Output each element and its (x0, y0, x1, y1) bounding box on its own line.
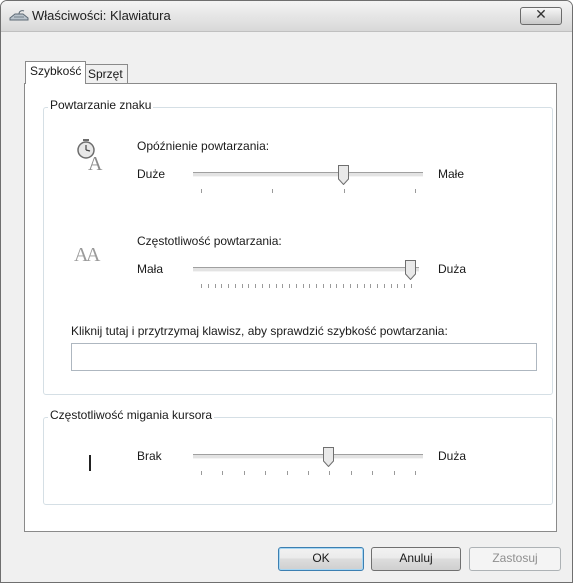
slider-tick (343, 284, 345, 288)
window-title: Właściwości: Klawiatura (32, 8, 171, 23)
repeat-delay-track (193, 172, 423, 177)
cancel-button[interactable]: Anuluj (371, 547, 461, 571)
tab-hardware[interactable]: Sprzęt (83, 64, 128, 84)
cursor-blink-thumb[interactable] (323, 447, 335, 467)
slider-tick (411, 284, 412, 288)
repeat-delay-ticks (193, 189, 423, 193)
slider-tick (350, 471, 352, 475)
keyboard-properties-window: Właściwości: Klawiatura ✕ Szybkość Sprzę… (0, 0, 573, 583)
slider-tick (363, 284, 365, 288)
repeat-rate-max-label: Duża (438, 262, 467, 276)
repeat-delay-label: Opóźnienie powtarzania: (137, 139, 270, 153)
slider-tick (272, 189, 274, 193)
tab-speed-label: Szybkość (30, 64, 82, 78)
slider-tick (286, 471, 288, 475)
close-button[interactable]: ✕ (520, 7, 562, 25)
slider-tick (228, 284, 230, 288)
slider-tick (343, 189, 345, 193)
slider-tick (377, 284, 379, 288)
slider-tick (309, 284, 311, 288)
repeat-delay-max-label: Małe (438, 167, 465, 181)
keyboard-icon (9, 10, 29, 21)
clock-letter-icon: A (77, 139, 103, 171)
cancel-button-label: Anuluj (399, 551, 433, 565)
tab-speed[interactable]: Szybkość (25, 61, 87, 84)
repeat-rate-slider[interactable] (193, 260, 419, 288)
svg-text:A: A (88, 153, 103, 171)
cursor-blink-track (193, 454, 423, 459)
ok-button[interactable]: OK (278, 547, 364, 571)
slider-tick (329, 471, 331, 475)
slider-tick (201, 284, 202, 288)
slider-tick (265, 471, 267, 475)
cursor-blink-min-label: Brak (137, 449, 162, 463)
slider-tick (329, 284, 331, 288)
slider-tick (316, 284, 318, 288)
slider-tick (393, 471, 395, 475)
slider-tick (282, 284, 284, 288)
tab-hardware-label: Sprzęt (88, 67, 123, 81)
slider-tick (415, 471, 416, 475)
slider-tick (268, 284, 270, 288)
repeat-rate-label: Częstotliwość powtarzania: (137, 234, 282, 248)
slider-tick (404, 284, 406, 288)
cursor-blink-slider[interactable] (193, 447, 423, 475)
slider-tick (289, 284, 291, 288)
repeat-test-input[interactable] (71, 343, 537, 371)
slider-tick (372, 471, 374, 475)
title-bar[interactable]: Właściwości: Klawiatura ✕ (1, 1, 572, 32)
text-cursor-icon (89, 455, 91, 471)
slider-tick (322, 284, 324, 288)
repeat-test-label: Kliknij tutaj i przytrzymaj klawisz, aby… (71, 324, 448, 338)
repeat-delay-slider[interactable] (193, 165, 423, 193)
slider-tick (234, 284, 236, 288)
slider-tick (350, 284, 352, 288)
double-letter-icon: A A (74, 244, 101, 265)
svg-text:A: A (86, 244, 101, 265)
slider-tick (390, 284, 392, 288)
slider-tick (255, 284, 257, 288)
repeat-rate-thumb[interactable] (405, 260, 416, 280)
slider-tick (370, 284, 372, 288)
slider-tick (308, 471, 309, 475)
cursor-blink-max-label: Duża (438, 449, 467, 463)
slider-tick (222, 471, 224, 475)
slider-tick (302, 284, 304, 288)
slider-tick (207, 284, 209, 288)
slider-tick (201, 471, 202, 475)
slider-tick (383, 284, 385, 288)
cursor-blink-legend: Częstotliwość migania kursora (48, 408, 215, 422)
close-icon: ✕ (535, 7, 547, 23)
slider-tick (201, 189, 202, 193)
slider-tick (214, 284, 216, 288)
slider-tick (295, 284, 297, 288)
ok-button-label: OK (312, 551, 330, 565)
slider-tick (248, 284, 250, 288)
slider-tick (356, 284, 358, 288)
repeat-delay-thumb[interactable] (337, 165, 349, 185)
slider-tick (261, 284, 263, 288)
slider-tick (221, 284, 223, 288)
slider-tick (336, 284, 338, 288)
slider-tick (243, 471, 245, 475)
repeat-rate-ticks (193, 284, 419, 288)
repeat-delay-min-label: Duże (137, 167, 166, 181)
slider-tick (241, 284, 243, 288)
slider-tick (397, 284, 399, 288)
slider-tick (275, 284, 277, 288)
repeat-rate-track (193, 267, 419, 272)
repeat-rate-min-label: Mała (137, 262, 164, 276)
apply-button[interactable]: Zastosuj (469, 547, 561, 571)
character-repeat-legend: Powtarzanie znaku (48, 98, 154, 112)
slider-tick (415, 189, 416, 193)
apply-button-label: Zastosuj (492, 551, 538, 565)
cursor-blink-ticks (193, 471, 423, 475)
